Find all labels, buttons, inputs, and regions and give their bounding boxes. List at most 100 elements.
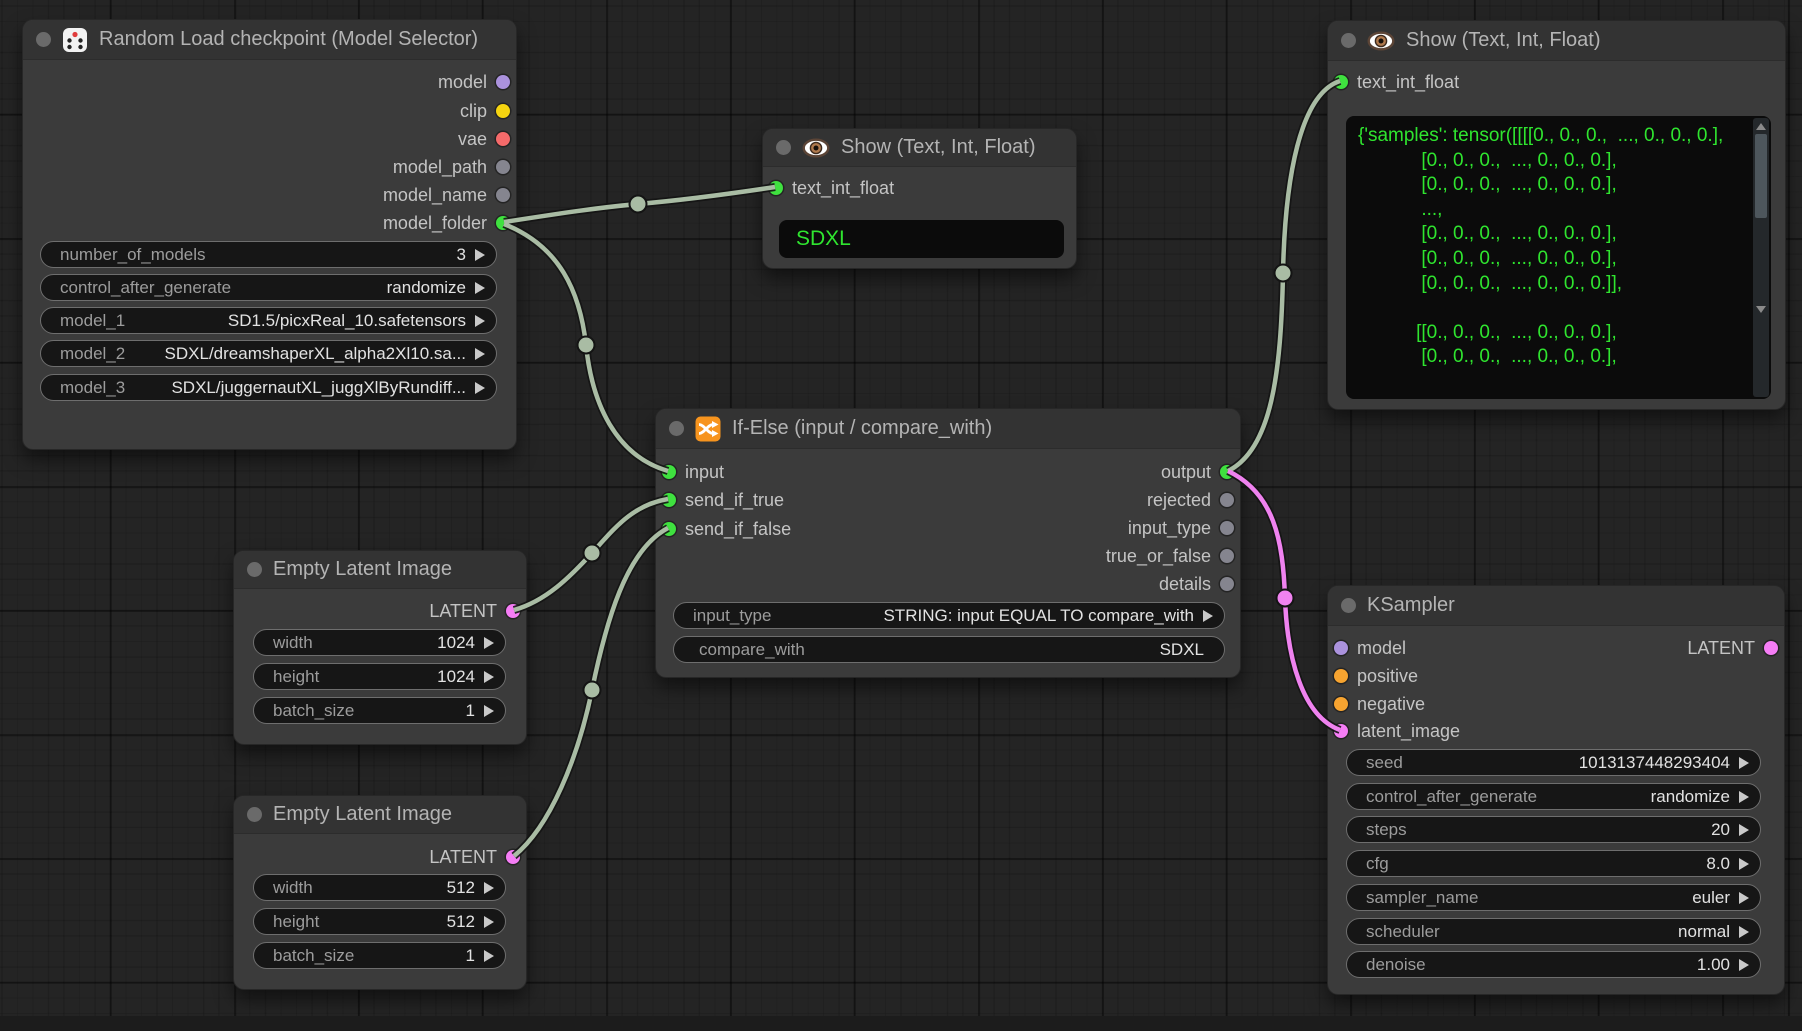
- output-port-details[interactable]: details: [1159, 572, 1234, 596]
- increment-arrow-icon[interactable]: [484, 671, 494, 683]
- port-dot-model[interactable]: [496, 75, 510, 89]
- port-dot-latent[interactable]: [506, 604, 520, 618]
- increment-arrow-icon[interactable]: [1739, 824, 1749, 836]
- increment-arrow-icon[interactable]: [475, 382, 485, 394]
- port-dot-output[interactable]: [1220, 465, 1234, 479]
- port-dot-text-int-float[interactable]: [1334, 75, 1348, 89]
- widget-steps[interactable]: steps 20: [1346, 816, 1761, 843]
- widget-width[interactable]: width 1024: [253, 629, 506, 656]
- node-header[interactable]: KSampler: [1328, 586, 1784, 626]
- node-show-small[interactable]: Show (Text, Int, Float) text_int_float S…: [762, 128, 1077, 269]
- node-header[interactable]: Random Load checkpoint (Model Selector): [23, 20, 516, 60]
- output-port-model-name[interactable]: model_name: [383, 183, 510, 207]
- input-port-latent-image[interactable]: latent_image: [1334, 719, 1460, 743]
- increment-arrow-icon[interactable]: [484, 950, 494, 962]
- widget-input-type[interactable]: input_type STRING: input EQUAL TO compar…: [673, 602, 1225, 629]
- widget-width[interactable]: width 512: [253, 874, 506, 901]
- node-header[interactable]: Empty Latent Image: [234, 551, 526, 589]
- widget-height[interactable]: height 1024: [253, 663, 506, 690]
- node-random-load-checkpoint[interactable]: Random Load checkpoint (Model Selector) …: [22, 19, 517, 450]
- output-port-clip[interactable]: clip: [460, 99, 510, 123]
- port-dot-input[interactable]: [662, 465, 676, 479]
- increment-arrow-icon[interactable]: [1739, 926, 1749, 938]
- scroll-up-icon[interactable]: [1756, 123, 1766, 130]
- input-port-send-if-true[interactable]: send_if_true: [662, 488, 784, 512]
- node-empty-latent-2[interactable]: Empty Latent Image LATENT width 512 heig…: [233, 795, 527, 990]
- node-header[interactable]: Show (Text, Int, Float): [1328, 21, 1785, 61]
- widget-denoise[interactable]: denoise 1.00: [1346, 951, 1761, 978]
- widget-sampler-name[interactable]: sampler_name euler: [1346, 884, 1761, 911]
- input-port-text-int-float[interactable]: text_int_float: [769, 176, 894, 200]
- increment-arrow-icon[interactable]: [475, 348, 485, 360]
- port-dot-text-int-float[interactable]: [769, 181, 783, 195]
- node-graph-canvas[interactable]: Random Load checkpoint (Model Selector) …: [0, 0, 1802, 1031]
- increment-arrow-icon[interactable]: [475, 282, 485, 294]
- collapse-dot[interactable]: [36, 32, 51, 47]
- port-dot-positive[interactable]: [1334, 669, 1348, 683]
- collapse-dot[interactable]: [669, 421, 684, 436]
- increment-arrow-icon[interactable]: [484, 916, 494, 928]
- scroll-down-icon[interactable]: [1756, 306, 1766, 313]
- increment-arrow-icon[interactable]: [484, 882, 494, 894]
- collapse-dot[interactable]: [247, 562, 262, 577]
- widget-batch-size[interactable]: batch_size 1: [253, 942, 506, 969]
- collapse-dot[interactable]: [1341, 598, 1356, 613]
- increment-arrow-icon[interactable]: [475, 315, 485, 327]
- node-header[interactable]: Empty Latent Image: [234, 796, 526, 834]
- increment-arrow-icon[interactable]: [1739, 858, 1749, 870]
- port-dot-model-path[interactable]: [496, 160, 510, 174]
- widget-model-2[interactable]: model_2 SDXL/dreamshaperXL_alpha2Xl10.sa…: [40, 340, 497, 367]
- output-port-model-folder[interactable]: model_folder: [383, 211, 510, 235]
- collapse-dot[interactable]: [776, 140, 791, 155]
- output-port-latent[interactable]: LATENT: [1687, 636, 1778, 660]
- port-dot-rejected[interactable]: [1220, 493, 1234, 507]
- output-port-output[interactable]: output: [1161, 460, 1234, 484]
- output-port-latent[interactable]: LATENT: [429, 845, 520, 869]
- port-dot-latent-image[interactable]: [1334, 724, 1348, 738]
- text-display-widget[interactable]: {'samples': tensor([[[[0., 0., 0., ..., …: [1346, 116, 1771, 399]
- widget-batch-size[interactable]: batch_size 1: [253, 697, 506, 724]
- widget-height[interactable]: height 512: [253, 908, 506, 935]
- increment-arrow-icon[interactable]: [475, 249, 485, 261]
- increment-arrow-icon[interactable]: [1739, 757, 1749, 769]
- output-port-latent[interactable]: LATENT: [429, 599, 520, 623]
- port-dot-send-if-false[interactable]: [662, 522, 676, 536]
- input-port-send-if-false[interactable]: send_if_false: [662, 517, 791, 541]
- input-port-model[interactable]: model: [1334, 636, 1406, 660]
- port-dot-model-folder[interactable]: [496, 216, 510, 230]
- port-dot-latent[interactable]: [506, 850, 520, 864]
- text-display-widget[interactable]: SDXL: [779, 220, 1064, 258]
- node-header[interactable]: If-Else (input / compare_with): [656, 409, 1240, 449]
- increment-arrow-icon[interactable]: [1739, 791, 1749, 803]
- widget-number-of-models[interactable]: number_of_models 3: [40, 241, 497, 268]
- output-port-model-path[interactable]: model_path: [393, 155, 510, 179]
- scrollbar-thumb[interactable]: [1755, 134, 1767, 218]
- port-dot-model[interactable]: [1334, 641, 1348, 655]
- widget-model-3[interactable]: model_3 SDXL/juggernautXL_juggXlByRundif…: [40, 374, 497, 401]
- input-port-text-int-float[interactable]: text_int_float: [1334, 70, 1459, 94]
- port-dot-latent[interactable]: [1764, 641, 1778, 655]
- output-port-vae[interactable]: vae: [458, 127, 510, 151]
- port-dot-clip[interactable]: [496, 104, 510, 118]
- port-dot-details[interactable]: [1220, 577, 1234, 591]
- port-dot-send-if-true[interactable]: [662, 493, 676, 507]
- widget-cfg[interactable]: cfg 8.0: [1346, 850, 1761, 877]
- port-dot-model-name[interactable]: [496, 188, 510, 202]
- node-ksampler[interactable]: KSampler model positive negative latent_…: [1327, 585, 1785, 995]
- input-port-positive[interactable]: positive: [1334, 664, 1418, 688]
- node-if-else[interactable]: If-Else (input / compare_with) input sen…: [655, 408, 1241, 678]
- port-dot-vae[interactable]: [496, 132, 510, 146]
- port-dot-negative[interactable]: [1334, 697, 1348, 711]
- increment-arrow-icon[interactable]: [1203, 610, 1213, 622]
- widget-control-after-generate[interactable]: control_after_generate randomize: [1346, 783, 1761, 810]
- increment-arrow-icon[interactable]: [1739, 892, 1749, 904]
- output-port-model[interactable]: model: [438, 70, 510, 94]
- widget-control-after-generate[interactable]: control_after_generate randomize: [40, 274, 497, 301]
- input-port-input[interactable]: input: [662, 460, 724, 484]
- collapse-dot[interactable]: [247, 807, 262, 822]
- increment-arrow-icon[interactable]: [484, 637, 494, 649]
- output-port-input-type[interactable]: input_type: [1128, 516, 1234, 540]
- increment-arrow-icon[interactable]: [484, 705, 494, 717]
- scrollbar[interactable]: [1753, 118, 1769, 397]
- increment-arrow-icon[interactable]: [1739, 959, 1749, 971]
